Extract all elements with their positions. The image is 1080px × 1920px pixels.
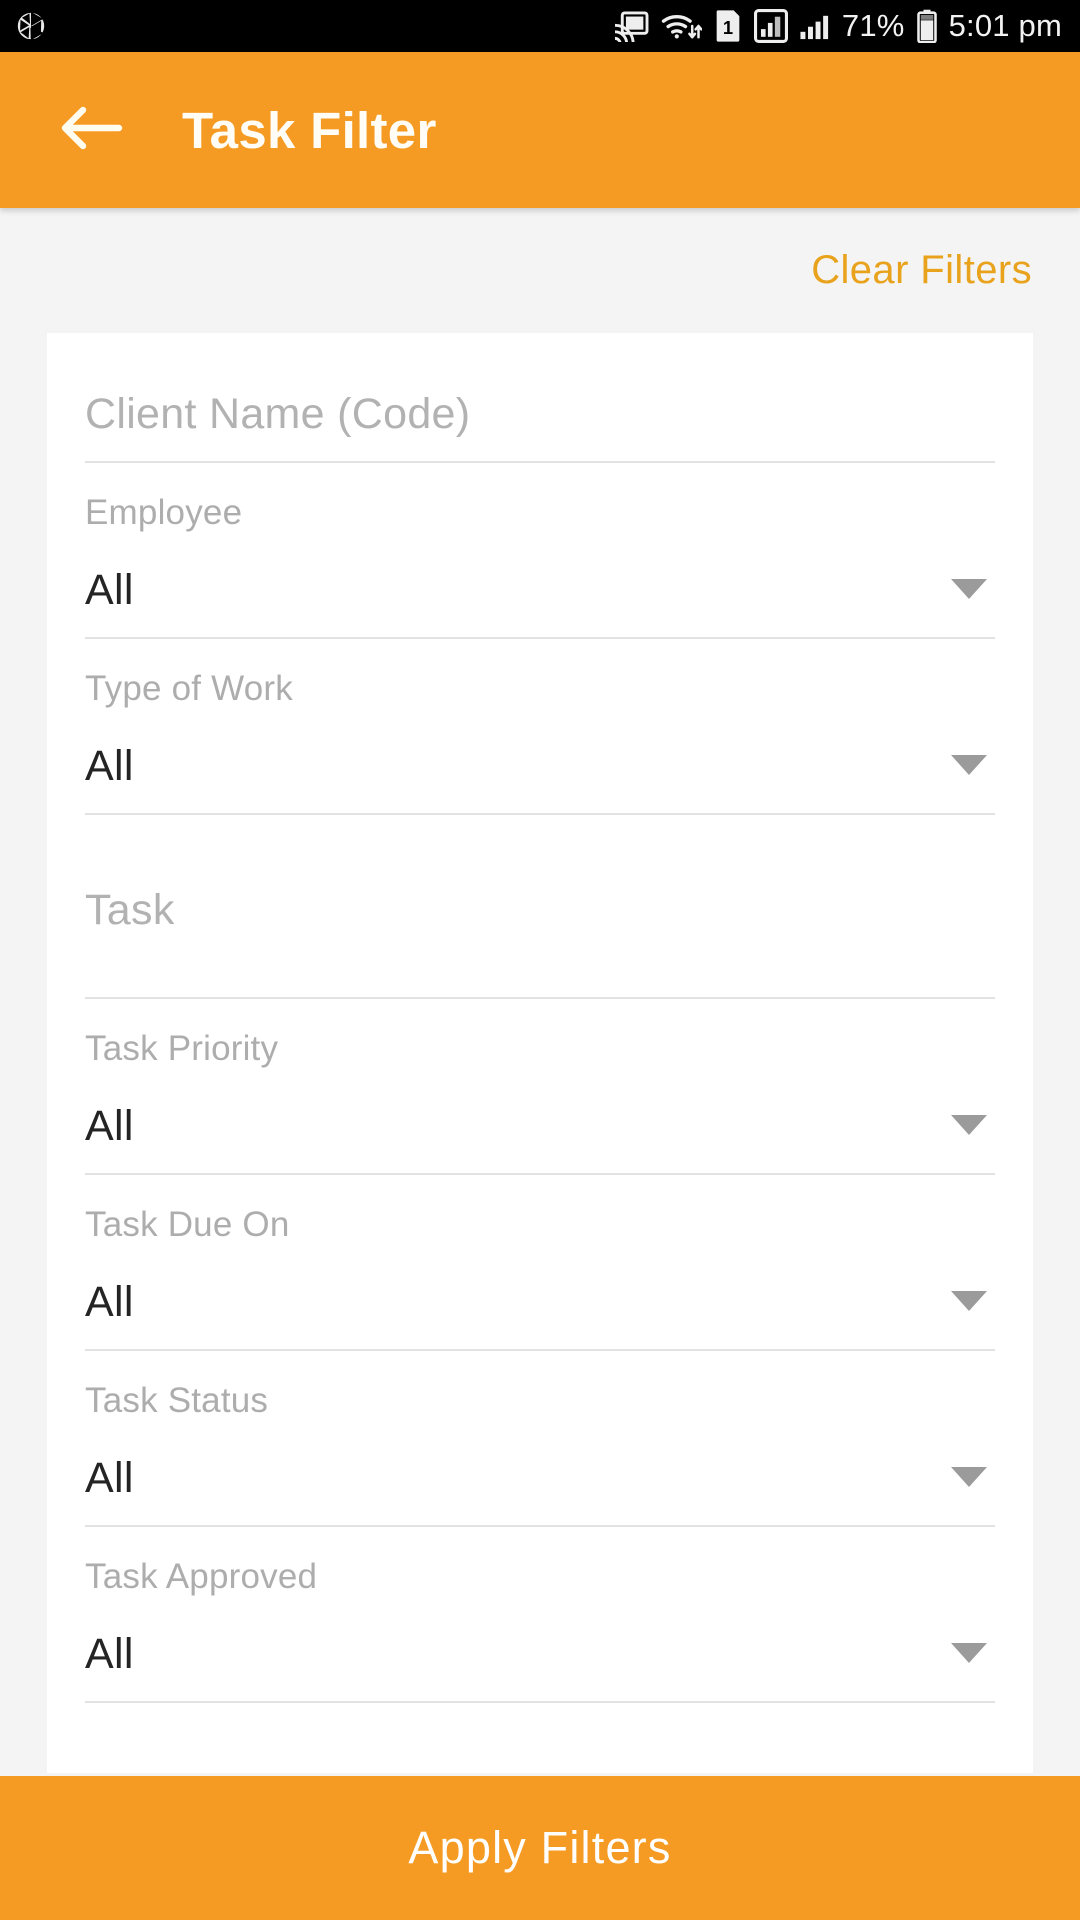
battery-icon [916,9,938,43]
field-task-priority-label: Task Priority [85,1029,279,1068]
field-task-priority[interactable]: Task Priority All [85,999,995,1175]
task-input[interactable]: Task [85,886,995,935]
field-task-due-on[interactable]: Task Due On All [85,1175,995,1351]
field-task-status-label: Task Status [85,1381,269,1420]
page-title: Task Filter [182,101,437,159]
field-task-approved-row[interactable]: All [85,1597,995,1679]
chevron-down-icon[interactable] [951,1643,987,1663]
field-task-priority-row[interactable]: All [85,1069,995,1151]
field-task-row[interactable]: Task [85,815,995,935]
back-arrow-icon [59,104,123,157]
sim-1-icon: 1 [713,9,743,43]
chevron-down-icon[interactable] [951,1115,987,1135]
chevron-down-icon[interactable] [951,1291,987,1311]
field-client-name[interactable]: Client Name (Code) [85,333,995,463]
battery-percent-label: 71% [841,8,905,43]
field-task-due-on-label: Task Due On [85,1205,290,1244]
field-type-of-work-label: Type of Work [85,669,293,708]
type-of-work-select-value[interactable]: All [85,742,951,791]
clear-filters-button[interactable]: Clear Filters [811,248,1032,293]
field-underline [85,1701,995,1703]
back-button[interactable] [55,94,127,166]
field-employee-label: Employee [85,493,243,532]
apply-filters-label: Apply Filters [408,1822,672,1873]
signal-bars-icon [799,10,831,42]
employee-select-value[interactable]: All [85,566,951,615]
client-name-input[interactable]: Client Name (Code) [85,390,995,439]
chevron-down-icon[interactable] [951,1467,987,1487]
camera-aperture-icon [14,9,48,43]
task-status-select-value[interactable]: All [85,1454,951,1503]
status-bar-left [14,9,48,43]
filter-content: Clear Filters Client Name (Code) Employe… [0,208,1080,1776]
field-task-status-row[interactable]: All [85,1421,995,1503]
app-bar: Task Filter [0,52,1080,208]
field-task-approved[interactable]: Task Approved All [85,1527,995,1703]
wifi-icon [660,10,702,42]
cast-icon [613,10,649,42]
chevron-down-icon[interactable] [951,579,987,599]
chevron-down-icon[interactable] [951,755,987,775]
status-bar: 1 71% 5:01 pm [0,0,1080,52]
task-due-on-select-value[interactable]: All [85,1278,951,1327]
field-task-due-on-row[interactable]: All [85,1245,995,1327]
field-employee-row[interactable]: All [85,533,995,615]
apply-filters-button[interactable]: Apply Filters [0,1776,1080,1920]
filter-card: Client Name (Code) Employee All Type of … [47,333,1033,1773]
task-approved-select-value[interactable]: All [85,1630,951,1679]
field-task-approved-label: Task Approved [85,1557,318,1596]
field-task-status[interactable]: Task Status All [85,1351,995,1527]
svg-text:1: 1 [723,17,733,38]
field-employee[interactable]: Employee All [85,463,995,639]
clear-filters-row: Clear Filters [0,208,1080,333]
field-type-of-work-row[interactable]: All [85,709,995,791]
status-bar-right: 1 71% 5:01 pm [613,8,1062,44]
signal-boxed-icon [753,9,788,43]
field-type-of-work[interactable]: Type of Work All [85,639,995,815]
field-task[interactable]: Task [85,815,995,999]
field-client-name-row[interactable]: Client Name (Code) [85,333,995,439]
clock-label: 5:01 pm [948,8,1062,43]
task-priority-select-value[interactable]: All [85,1102,951,1151]
